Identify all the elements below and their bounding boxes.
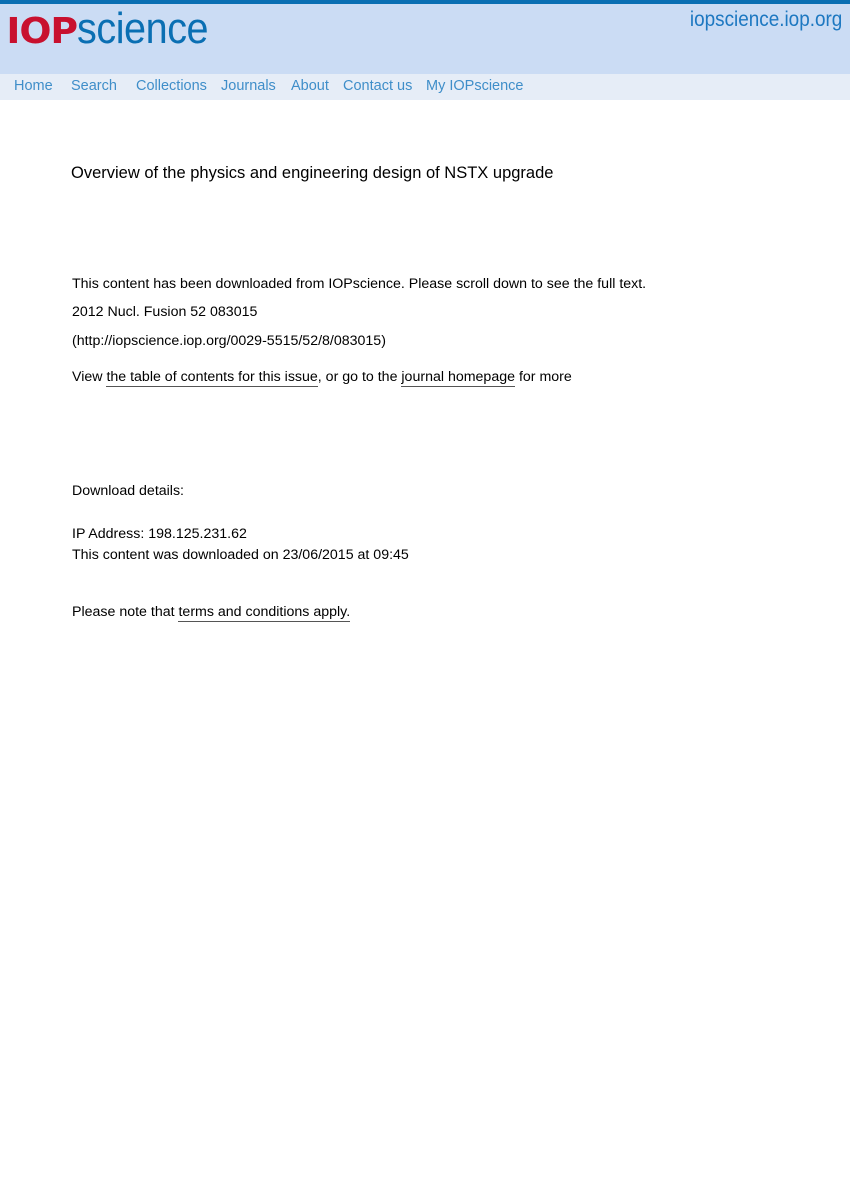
nav-my-iopscience[interactable]: My IOPscience	[426, 78, 524, 94]
download-details-heading: Download details:	[72, 483, 184, 499]
view-middle: , or go to the	[317, 369, 402, 385]
logo-iop-text: IOP	[6, 11, 78, 52]
view-suffix: for more	[515, 369, 572, 385]
iopscience-logo[interactable]: IOP science	[6, 4, 223, 53]
table-of-contents-link[interactable]: the table of contents for this issue	[106, 369, 318, 387]
main-nav: Home Search Collections Journals About C…	[0, 74, 850, 100]
nav-home[interactable]: Home	[14, 78, 53, 94]
terms-and-conditions-link[interactable]: terms and conditions apply.	[178, 604, 351, 622]
logo-science-text: science	[77, 4, 209, 53]
ip-address: IP Address: 198.125.231.62	[72, 526, 247, 542]
view-prefix: View	[72, 369, 107, 385]
downloaded-on: This content was downloaded on 23/06/201…	[72, 547, 409, 563]
nav-collections[interactable]: Collections	[136, 78, 207, 94]
terms-prefix: Please note that	[72, 604, 179, 620]
nav-search[interactable]: Search	[71, 78, 117, 94]
citation: 2012 Nucl. Fusion 52 083015	[72, 304, 258, 320]
article-url: (http://iopscience.iop.org/0029-5515/52/…	[72, 333, 386, 349]
journal-homepage-link[interactable]: journal homepage	[401, 369, 515, 387]
nav-about[interactable]: About	[291, 78, 329, 94]
view-links-line: View the table of contents for this issu…	[72, 369, 572, 387]
terms-line: Please note that terms and conditions ap…	[72, 604, 351, 622]
download-notice: This content has been downloaded from IO…	[72, 276, 647, 292]
article-title: Overview of the physics and engineering …	[71, 164, 554, 182]
nav-contact-us[interactable]: Contact us	[343, 78, 412, 94]
nav-journals[interactable]: Journals	[221, 78, 276, 94]
site-url-link[interactable]: iopscience.iop.org	[690, 8, 842, 32]
site-header: IOP science iopscience.iop.org	[0, 4, 850, 74]
